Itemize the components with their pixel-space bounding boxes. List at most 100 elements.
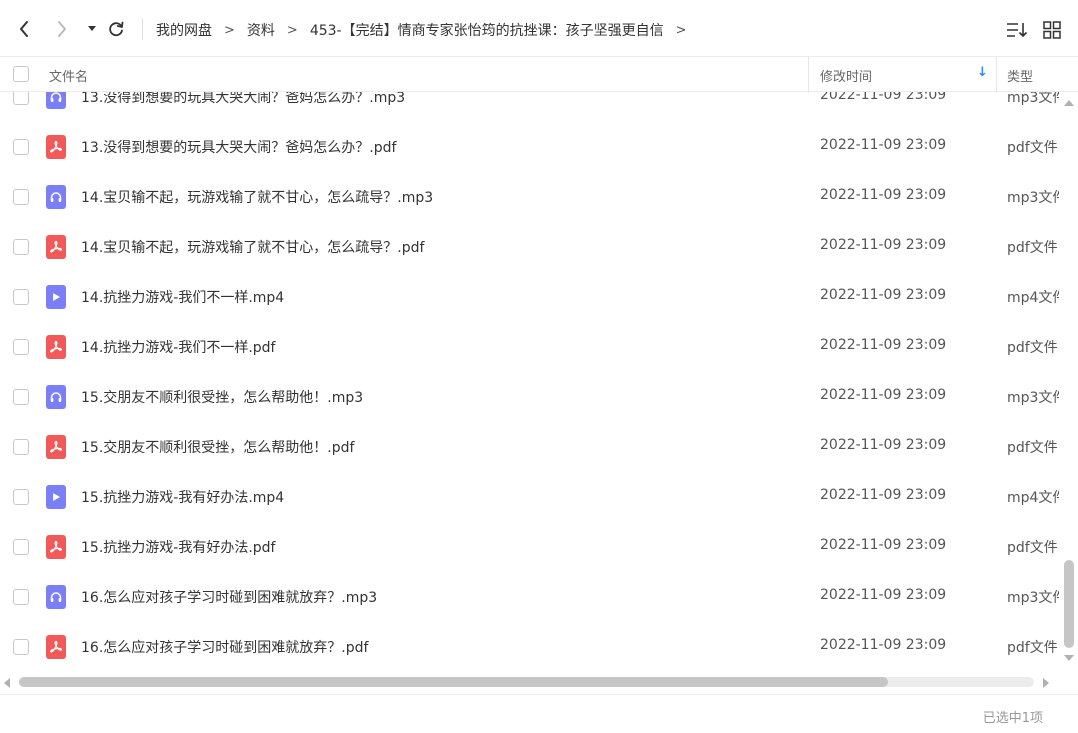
- row-checkbox[interactable]: [13, 289, 29, 305]
- file-row[interactable]: 14.宝贝输不起，玩游戏输了就不甘心，怎么疏导？.pdf 2022-11-09 2…: [0, 222, 1062, 272]
- file-name[interactable]: 15.交朋友不顺利很受挫，怎么帮助他！.pdf: [81, 437, 354, 457]
- video-file-icon: [46, 485, 66, 509]
- breadcrumb: 我的网盘 > 资料 > 453-【完结】情商专家张怡筠的抗挫课：孩子坚强更自信 …: [156, 19, 699, 41]
- pdf-file-icon: [46, 235, 66, 259]
- scroll-down-icon[interactable]: [1064, 655, 1074, 661]
- file-type: mp3文件: [1007, 92, 1059, 106]
- toolbar: 我的网盘 > 资料 > 453-【完结】情商专家张怡筠的抗挫课：孩子坚强更自信 …: [0, 0, 1078, 56]
- file-name[interactable]: 15.抗挫力游戏-我有好办法.mp4: [81, 487, 284, 507]
- file-name[interactable]: 13.没得到想要的玩具大哭大闹？爸妈怎么办？.pdf: [81, 137, 396, 157]
- file-type: pdf文件: [1007, 140, 1058, 156]
- file-row[interactable]: 13.没得到想要的玩具大哭大闹？爸妈怎么办？.mp3 2022-11-09 23:…: [0, 92, 1062, 122]
- file-row[interactable]: 14.抗挫力游戏-我们不一样.pdf 2022-11-09 23:09 pdf文件: [0, 322, 1062, 372]
- file-modified-time: 2022-11-09 23:09: [820, 92, 947, 103]
- file-name[interactable]: 14.宝贝输不起，玩游戏输了就不甘心，怎么疏导？.mp3: [81, 187, 433, 207]
- file-name[interactable]: 15.交朋友不顺利很受挫，怎么帮助他！.mp3: [81, 387, 363, 407]
- row-checkbox[interactable]: [13, 389, 29, 405]
- file-name[interactable]: 14.抗挫力游戏-我们不一样.pdf: [81, 337, 275, 357]
- file-name[interactable]: 13.没得到想要的玩具大哭大闹？爸妈怎么办？.mp3: [81, 92, 405, 107]
- row-checkbox[interactable]: [13, 639, 29, 655]
- grid-view-button[interactable]: [1041, 19, 1063, 41]
- file-type: mp4文件: [1007, 490, 1059, 506]
- row-checkbox[interactable]: [13, 239, 29, 255]
- pdf-file-icon: [46, 435, 66, 459]
- column-divider[interactable]: [808, 57, 809, 93]
- sort-list-icon: [1007, 23, 1028, 37]
- selection-count: 已选中1项: [982, 711, 1043, 726]
- file-name[interactable]: 16.怎么应对孩子学习时碰到困难就放弃？.mp3: [81, 587, 377, 607]
- audio-file-icon: [46, 92, 66, 109]
- file-name[interactable]: 15.抗挫力游戏-我有好办法.pdf: [81, 537, 275, 557]
- row-checkbox[interactable]: [13, 139, 29, 155]
- file-list-header: 文件名 修改时间 ↓ 类型: [0, 56, 1078, 93]
- breadcrumb-item-current-folder[interactable]: 453-【完结】情商专家张怡筠的抗挫课：孩子坚强更自信: [310, 20, 664, 40]
- sort-button[interactable]: [1006, 19, 1028, 41]
- row-checkbox[interactable]: [13, 339, 29, 355]
- horizontal-scroll-thumb[interactable]: [19, 677, 888, 687]
- select-all-checkbox[interactable]: [13, 66, 29, 82]
- horizontal-scrollbar[interactable]: [0, 674, 1062, 690]
- file-type: pdf文件: [1007, 540, 1058, 556]
- file-type: pdf文件: [1007, 440, 1058, 456]
- audio-file-icon: [46, 385, 66, 409]
- row-checkbox[interactable]: [13, 589, 29, 605]
- scroll-left-icon[interactable]: [4, 678, 10, 688]
- caret-down-icon: [88, 26, 96, 31]
- row-checkbox[interactable]: [13, 489, 29, 505]
- file-modified-time: 2022-11-09 23:09: [820, 287, 947, 303]
- file-row[interactable]: 14.宝贝输不起，玩游戏输了就不甘心，怎么疏导？.mp3 2022-11-09 2…: [0, 172, 1062, 222]
- row-checkbox[interactable]: [13, 189, 29, 205]
- breadcrumb-separator[interactable]: >: [676, 23, 687, 38]
- column-header-name[interactable]: 文件名: [49, 66, 88, 85]
- breadcrumb-separator: >: [286, 22, 298, 38]
- file-row[interactable]: 15.交朋友不顺利很受挫，怎么帮助他！.mp3 2022-11-09 23:09 m…: [0, 372, 1062, 422]
- refresh-button[interactable]: [106, 18, 126, 40]
- forward-button[interactable]: [52, 18, 72, 40]
- audio-file-icon: [46, 585, 66, 609]
- file-row[interactable]: 16.怎么应对孩子学习时碰到困难就放弃？.pdf 2022-11-09 23:09…: [0, 622, 1062, 672]
- pdf-file-icon: [46, 535, 66, 559]
- file-modified-time: 2022-11-09 23:09: [820, 237, 947, 253]
- row-checkbox[interactable]: [13, 539, 29, 555]
- column-header-modified[interactable]: 修改时间: [820, 66, 872, 85]
- file-row[interactable]: 15.抗挫力游戏-我有好办法.mp4 2022-11-09 23:09 mp4文件: [0, 472, 1062, 522]
- pdf-file-icon: [46, 335, 66, 359]
- file-modified-time: 2022-11-09 23:09: [820, 537, 947, 553]
- file-modified-time: 2022-11-09 23:09: [820, 637, 947, 653]
- chevron-right-icon: [58, 21, 66, 37]
- file-row[interactable]: 13.没得到想要的玩具大哭大闹？爸妈怎么办？.pdf 2022-11-09 23:…: [0, 122, 1062, 172]
- file-modified-time: 2022-11-09 23:09: [820, 587, 947, 603]
- pdf-file-icon: [46, 635, 66, 659]
- refresh-icon: [109, 21, 124, 37]
- vertical-scroll-thumb[interactable]: [1064, 560, 1074, 648]
- breadcrumb-item-materials[interactable]: 资料: [247, 20, 275, 40]
- file-type: mp3文件: [1007, 590, 1059, 606]
- file-row[interactable]: 14.抗挫力游戏-我们不一样.mp4 2022-11-09 23:09 mp4文件: [0, 272, 1062, 322]
- back-button[interactable]: [14, 18, 34, 40]
- file-modified-time: 2022-11-09 23:09: [820, 387, 947, 403]
- file-row[interactable]: 15.抗挫力游戏-我有好办法.pdf 2022-11-09 23:09 pdf文件: [0, 522, 1062, 572]
- scroll-up-icon[interactable]: [1064, 100, 1074, 106]
- file-name[interactable]: 16.怎么应对孩子学习时碰到困难就放弃？.pdf: [81, 637, 368, 657]
- file-list: 13.没得到想要的玩具大哭大闹？爸妈怎么办？.mp3 2022-11-09 23:…: [0, 92, 1062, 672]
- pdf-file-icon: [46, 135, 66, 159]
- file-modified-time: 2022-11-09 23:09: [820, 187, 947, 203]
- row-checkbox[interactable]: [13, 92, 29, 105]
- vertical-scrollbar[interactable]: [1062, 92, 1076, 667]
- breadcrumb-item-root[interactable]: 我的网盘: [156, 20, 212, 40]
- row-checkbox[interactable]: [13, 439, 29, 455]
- column-divider[interactable]: [996, 57, 997, 93]
- file-name[interactable]: 14.宝贝输不起，玩游戏输了就不甘心，怎么疏导？.pdf: [81, 237, 424, 257]
- column-header-type[interactable]: 类型: [1007, 66, 1033, 85]
- file-type: pdf文件: [1007, 240, 1058, 256]
- sort-desc-icon[interactable]: ↓: [977, 65, 988, 80]
- scroll-right-icon[interactable]: [1043, 678, 1049, 688]
- file-row[interactable]: 15.交朋友不顺利很受挫，怎么帮助他！.pdf 2022-11-09 23:09 p…: [0, 422, 1062, 472]
- file-name[interactable]: 14.抗挫力游戏-我们不一样.mp4: [81, 287, 284, 307]
- history-dropdown-button[interactable]: [82, 18, 102, 40]
- file-row[interactable]: 16.怎么应对孩子学习时碰到困难就放弃？.mp3 2022-11-09 23:09…: [0, 572, 1062, 622]
- chevron-left-icon: [20, 21, 28, 37]
- file-modified-time: 2022-11-09 23:09: [820, 437, 947, 453]
- breadcrumb-separator: >: [224, 22, 235, 38]
- file-type: mp3文件: [1007, 190, 1059, 206]
